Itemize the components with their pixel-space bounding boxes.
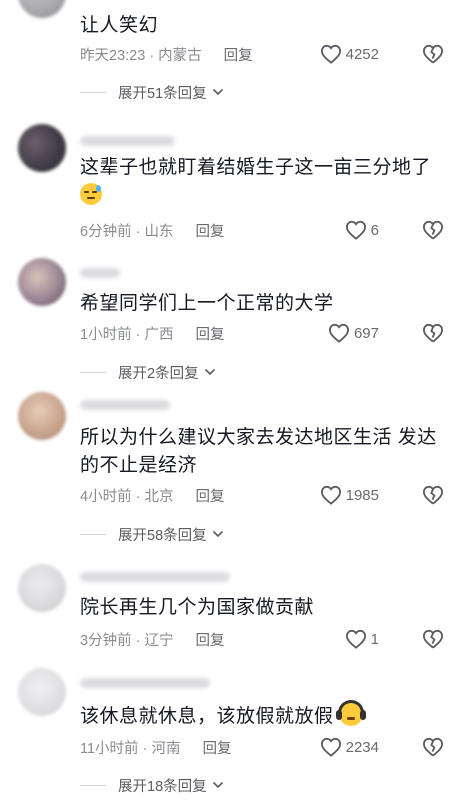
expand-label: 展开51条回复 — [118, 85, 207, 102]
heart-icon — [345, 629, 367, 649]
dislike-button[interactable] — [419, 735, 447, 759]
expand-replies-button[interactable]: 展开51条回复 — [80, 80, 225, 104]
time-location: 1小时前 · 广西 — [80, 326, 174, 343]
divider-line — [80, 91, 106, 93]
like-count: 1 — [370, 630, 379, 648]
divider-line — [80, 784, 106, 786]
username-blurred[interactable] — [80, 678, 210, 688]
comment-text-content: 该休息就休息，该放假就放假 — [80, 706, 334, 727]
like-button[interactable]: 697 — [328, 323, 379, 343]
comment-text: 让人笑幻 — [80, 15, 159, 36]
like-count: 2234 — [345, 738, 379, 756]
avatar[interactable] — [18, 124, 66, 172]
heart-icon — [320, 737, 342, 757]
headphone-face-icon — [336, 700, 367, 726]
reply-button[interactable]: 回复 — [202, 737, 231, 758]
heart-icon — [320, 485, 342, 505]
sweat-smile-icon — [80, 183, 102, 205]
comment-meta: 6分钟前 · 山东 回复 6 — [80, 218, 447, 242]
reply-button[interactable]: 回复 — [195, 323, 224, 344]
comment-meta: 3分钟前 · 辽宁 回复 1 — [80, 627, 447, 651]
chevron-down-icon — [211, 778, 225, 792]
reply-button[interactable]: 回复 — [195, 485, 224, 506]
reply-button[interactable]: 回复 — [195, 220, 224, 241]
time-location: 3分钟前 · 辽宁 — [80, 632, 174, 649]
heart-icon — [320, 44, 342, 64]
username-blurred[interactable] — [80, 136, 175, 146]
like-count: 1985 — [345, 486, 379, 504]
dislike-button[interactable] — [419, 42, 447, 66]
dislike-button[interactable] — [419, 321, 447, 345]
avatar[interactable] — [18, 392, 66, 440]
like-count: 6 — [370, 221, 379, 239]
heart-icon — [345, 220, 367, 240]
broken-heart-icon — [422, 737, 444, 757]
dislike-button[interactable] — [419, 483, 447, 507]
like-button[interactable]: 1 — [345, 629, 379, 649]
username-blurred[interactable] — [80, 268, 120, 278]
avatar[interactable] — [18, 0, 66, 18]
chevron-down-icon — [211, 527, 225, 541]
dislike-button[interactable] — [419, 218, 447, 242]
broken-heart-icon — [422, 629, 444, 649]
avatar[interactable] — [18, 564, 66, 612]
avatar[interactable] — [18, 258, 66, 306]
time-location: 4小时前 · 北京 — [80, 488, 174, 505]
time-location: 11小时前 · 河南 — [80, 740, 181, 757]
like-button[interactable]: 2234 — [320, 737, 379, 757]
comment-meta: 4小时前 · 北京 回复 1985 — [80, 483, 447, 507]
time-location: 昨天23:23 · 内蒙古 — [80, 47, 202, 64]
expand-replies-button[interactable]: 展开18条回复 — [80, 773, 225, 797]
like-count: 697 — [353, 324, 379, 342]
comment-text: 这辈子也就盯着结婚生子这一亩三分地了 — [80, 154, 445, 210]
comment-text: 希望同学们上一个正常的大学 — [80, 293, 334, 314]
broken-heart-icon — [422, 323, 444, 343]
broken-heart-icon — [422, 220, 444, 240]
comment-text: 院长再生几个为国家做贡献 — [80, 597, 315, 618]
expand-label: 展开2条回复 — [118, 365, 199, 382]
like-button[interactable]: 4252 — [320, 44, 379, 64]
heart-icon — [328, 323, 350, 343]
comment-meta: 昨天23:23 · 内蒙古 回复 4252 — [80, 42, 447, 66]
chevron-down-icon — [211, 85, 225, 99]
divider-line — [80, 533, 106, 535]
comment-text-content: 这辈子也就盯着结婚生子这一亩三分地了 — [80, 157, 432, 178]
reply-button[interactable]: 回复 — [224, 44, 253, 65]
avatar[interactable] — [18, 668, 66, 716]
expand-replies-button[interactable]: 展开2条回复 — [80, 360, 217, 384]
divider-line — [80, 371, 106, 373]
expand-label: 展开58条回复 — [118, 527, 207, 544]
comment-meta: 1小时前 · 广西 回复 697 — [80, 321, 447, 345]
dislike-button[interactable] — [419, 627, 447, 651]
broken-heart-icon — [422, 44, 444, 64]
username-blurred[interactable] — [80, 572, 230, 582]
chevron-down-icon — [203, 365, 217, 379]
reply-button[interactable]: 回复 — [195, 629, 224, 650]
comment-text: 所以为什么建议大家去发达地区生活 发达的不止是经济 — [80, 427, 437, 476]
broken-heart-icon — [422, 485, 444, 505]
like-button[interactable]: 6 — [345, 220, 379, 240]
comment-text: 该休息就休息，该放假就放假 — [80, 700, 445, 731]
time-location: 6分钟前 · 山东 — [80, 223, 174, 240]
expand-label: 展开18条回复 — [118, 778, 207, 795]
like-count: 4252 — [345, 45, 379, 63]
like-button[interactable]: 1985 — [320, 485, 379, 505]
expand-replies-button[interactable]: 展开58条回复 — [80, 522, 225, 546]
comment-meta: 11小时前 · 河南 回复 2234 — [80, 735, 447, 759]
username-blurred[interactable] — [80, 400, 170, 410]
